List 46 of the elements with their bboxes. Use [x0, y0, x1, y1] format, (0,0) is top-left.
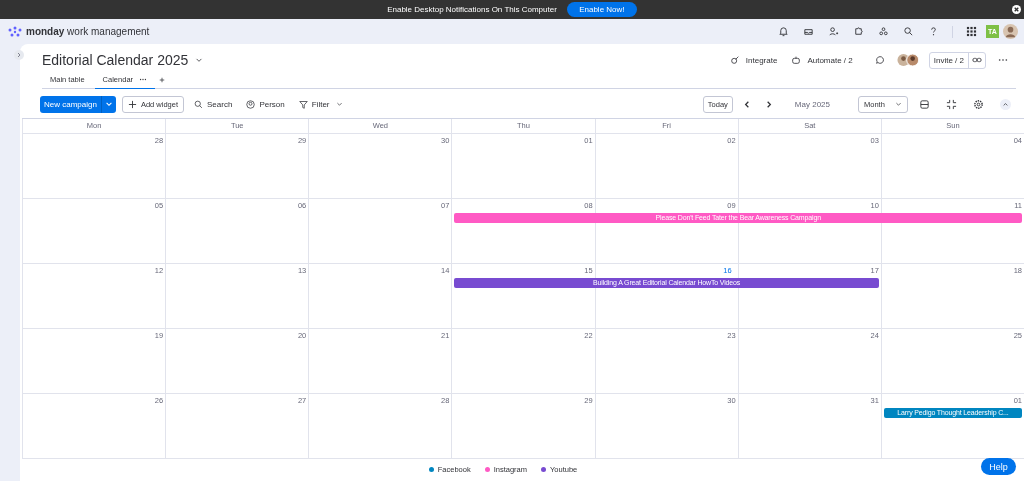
logo-icon[interactable]: [8, 25, 22, 38]
invite-control[interactable]: Invite / 2: [928, 51, 986, 69]
integrate-button[interactable]: Integrate: [743, 55, 788, 65]
collapse-icon[interactable]: [946, 99, 957, 110]
avatars-icon[interactable]: [896, 53, 921, 67]
person-button[interactable]: Person: [242, 100, 289, 109]
automate-button[interactable]: Automate / 2: [805, 55, 863, 65]
inbox-icon[interactable]: [803, 26, 814, 37]
puzzle-icon[interactable]: [853, 26, 864, 37]
collapse-up-icon[interactable]: [1000, 99, 1011, 110]
caret-icon[interactable]: [335, 102, 343, 107]
expand-icon[interactable]: [14, 50, 24, 60]
brand-name: monday work management: [26, 26, 150, 37]
previous-icon[interactable]: [742, 100, 751, 109]
plus-icon[interactable]: [127, 100, 137, 109]
layout-icon[interactable]: [919, 99, 930, 110]
app-grid-icon[interactable]: [966, 26, 977, 37]
add-person-icon[interactable]: [828, 26, 839, 37]
month-label: May 2025: [794, 100, 830, 109]
filter-icon[interactable]: [298, 100, 308, 109]
more-icon[interactable]: [139, 77, 148, 81]
person-icon[interactable]: [246, 100, 256, 109]
invite-button[interactable]: Invite / 2: [929, 52, 969, 68]
board-title[interactable]: Editorial Calendar 2025: [42, 52, 189, 68]
close-icon[interactable]: [1012, 5, 1021, 14]
settings-icon[interactable]: [973, 99, 984, 110]
link-icon[interactable]: [972, 55, 982, 65]
plug-icon: [729, 55, 740, 65]
banner-text: Enable Desktop Notifications On This Computer: [387, 5, 557, 14]
bell-icon[interactable]: [778, 26, 789, 37]
new-campaign-control[interactable]: New campaign: [40, 96, 116, 113]
filter-button[interactable]: Filter: [294, 100, 347, 109]
search-button[interactable]: Search: [190, 100, 237, 109]
help-icon[interactable]: [928, 26, 939, 37]
apps-icon[interactable]: [878, 26, 889, 37]
caret-icon[interactable]: [195, 57, 204, 63]
next-icon[interactable]: [764, 100, 773, 109]
search-icon[interactable]: [194, 100, 204, 109]
comment-icon[interactable]: [874, 55, 885, 65]
caret-icon[interactable]: [895, 102, 902, 107]
new-campaign-button[interactable]: New campaign: [40, 96, 102, 113]
search-icon[interactable]: [903, 26, 914, 37]
add-view-icon[interactable]: [159, 76, 166, 83]
help-button[interactable]: Help: [981, 458, 1016, 475]
enable-button[interactable]: Enable Now!: [566, 2, 637, 17]
avatar-icon[interactable]: [1003, 24, 1018, 39]
